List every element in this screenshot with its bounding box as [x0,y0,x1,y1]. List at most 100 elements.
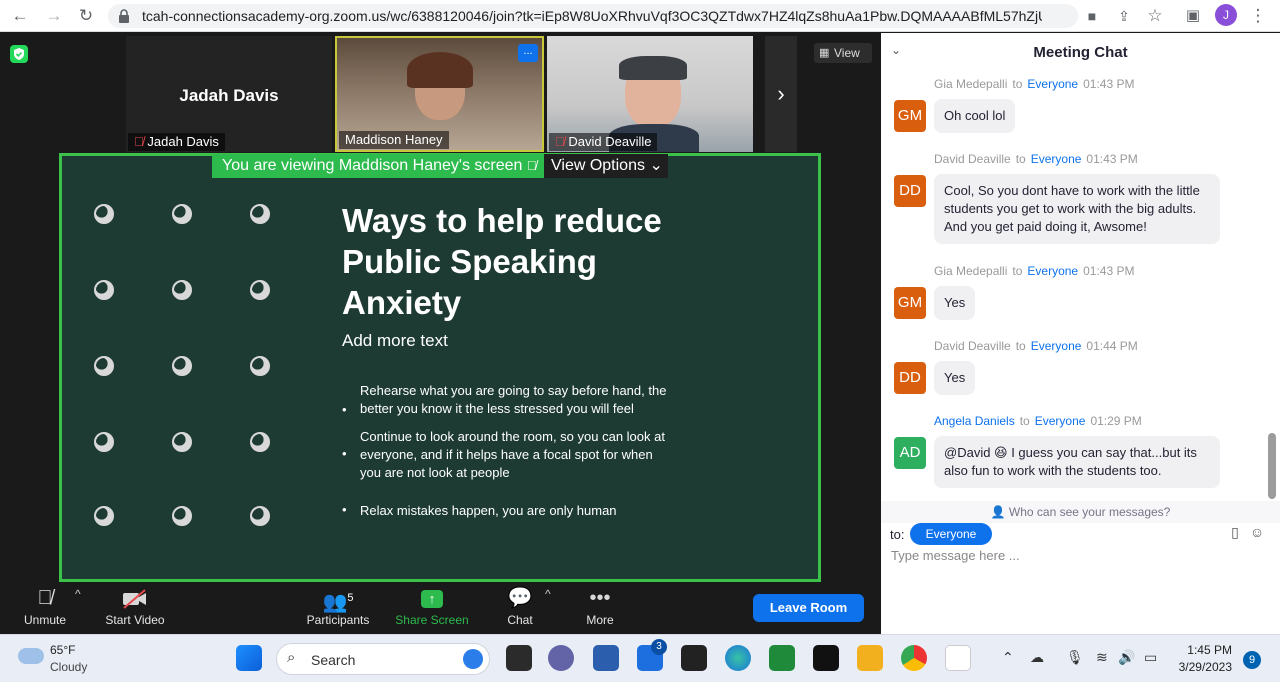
unmute-label: Unmute [23,613,67,627]
audio-options-caret-icon[interactable]: ^ [75,587,81,601]
windows-start-icon[interactable] [236,645,262,671]
side-panel-icon[interactable]: ▣ [1183,6,1203,26]
profile-avatar[interactable]: J [1215,4,1237,26]
volume-icon[interactable]: 🔊 [1118,649,1135,666]
forward-icon[interactable]: → [44,6,64,26]
chat-scrollbar[interactable] [1268,433,1276,499]
chat-message-header: David Deaville to Everyone 01:44 PM [934,339,1138,353]
notification-badge[interactable]: 9 [1243,651,1261,669]
onedrive-cloud-icon[interactable]: ☁ [1030,649,1044,666]
weather-temperature[interactable]: 65°F [50,643,75,657]
next-participants-button[interactable]: › [765,36,797,152]
chat-options-caret-icon[interactable]: ^ [545,587,551,601]
back-icon[interactable]: ← [10,6,30,26]
lock-icon [119,9,129,23]
slide-dot-icon [250,506,270,526]
grid-icon: ▦ [819,47,830,59]
slide-dot-icon [250,204,270,224]
emoji-icon[interactable]: ☺ [1248,524,1266,542]
mail-icon[interactable]: 3 [637,639,667,671]
meeting-toolbar: 🎙̸ Unmute ^ Start Video 👥5 Participants … [0,583,880,634]
store-icon[interactable] [593,645,619,671]
who-can-see-link[interactable]: 👤 Who can see your messages? [881,501,1280,523]
snipping-tool-icon[interactable] [945,645,971,671]
sender-avatar[interactable]: GM [894,100,926,132]
participants-icon: 👥5 [322,591,354,614]
reload-icon[interactable]: ↻ [76,6,96,26]
participant-tile-jadah[interactable]: Jadah Davis 🎙̸ Jadah Davis [126,36,332,152]
cloud-weather-icon[interactable] [18,648,44,664]
slide-dot-icon [250,432,270,452]
show-hidden-icons-chevron-icon[interactable]: ⌃ [1002,649,1014,666]
muted-mic-icon: 🎙̸ [37,587,53,609]
chat-timestamp: 01:44 PM [1086,339,1138,353]
slide-dot-icon [172,204,192,224]
slide-dot-icon [94,204,114,224]
browser-menu-icon[interactable]: ⋮ [1248,6,1268,26]
chat-sender-name: Gia Medepalli [934,77,1008,91]
edge-browser-icon[interactable] [725,645,751,671]
clock-date[interactable]: 3/29/2023 [1170,660,1232,674]
view-button[interactable]: ▦ View [814,43,872,63]
chat-to-word: to [1015,152,1026,166]
participant-name-label: 🎙̸ David Deaville [549,133,658,151]
mail-badge: 3 [651,639,667,655]
participants-button[interactable]: 👥5 Participants [302,583,374,634]
video-off-icon [100,583,170,613]
game-app-icon[interactable] [813,645,839,671]
chat-message-bubble[interactable]: Yes [934,286,976,320]
chrome-icon[interactable] [901,645,927,671]
chat-to-word: to [1019,414,1030,428]
bullet-marker: • [342,502,347,517]
terminal-icon[interactable] [681,645,707,671]
chat-message-input[interactable]: Type message here ... [891,548,1020,563]
unmute-button[interactable]: 🎙̸ Unmute [14,583,76,634]
share-screen-button[interactable]: ↑ Share Screen [392,583,472,634]
participant-tile-david[interactable]: 🎙̸ David Deaville [547,36,753,152]
sender-avatar[interactable]: DD [894,362,926,394]
task-view-icon[interactable] [506,645,532,671]
camera-indicator-icon[interactable]: ■ [1082,6,1102,26]
participant-tile-maddison[interactable]: ... Maddison Haney [335,36,544,152]
more-button[interactable]: ••• More [578,583,622,634]
chat-panel: ⌄ Meeting Chat Gia Medepalli to Everyone 01… [881,33,1280,634]
file-explorer-icon[interactable] [857,645,883,671]
shared-screen-slide: Ways to help reduce Public Speaking Anxi… [59,153,821,582]
slide-dot-icon [94,432,114,452]
recipient-selector[interactable]: Everyone [910,523,992,545]
sender-avatar[interactable]: AD [894,437,926,469]
sender-avatar[interactable]: DD [894,175,926,207]
share-icon[interactable]: ⇪ [1114,6,1134,26]
view-options-label: View Options [551,157,645,174]
microphone-icon[interactable]: 🎙 [1066,649,1084,666]
security-shield-icon[interactable] [10,45,28,63]
participants-label: Participants [306,613,370,627]
start-video-button[interactable]: Start Video [100,583,170,634]
muted-mic-icon: 🎙̸ [526,158,537,173]
address-bar[interactable]: tcah-connectionsacademy-org.zoom.us/wc/6… [108,4,1078,28]
chevron-down-icon: ⌄ [649,157,663,174]
view-options-button[interactable]: View Options ⌄ [544,154,668,178]
chat-message-bubble[interactable]: Cool, So you dont have to work with the … [934,174,1220,244]
chat-message-header: Angela Daniels to Everyone 01:29 PM [934,414,1142,428]
chat-message-bubble[interactable]: Yes [934,361,976,395]
teams-chat-icon[interactable] [548,645,574,671]
chat-message-bubble[interactable]: @David 😆 I guess you can say that...but … [934,436,1220,488]
file-icon[interactable]: ▯ [1226,524,1244,542]
taskbar-search[interactable]: ⌕ Search [276,643,490,675]
bookmark-star-icon[interactable]: ☆ [1145,6,1165,26]
weather-condition[interactable]: Cloudy [50,660,87,674]
leave-room-button[interactable]: Leave Room [753,594,864,622]
chat-message-bubble[interactable]: Oh cool lol [934,99,1016,133]
solitaire-icon[interactable] [769,645,795,671]
sender-avatar[interactable]: GM [894,287,926,319]
start-video-label: Start Video [105,613,165,627]
chat-button[interactable]: 💬 Chat [498,583,542,634]
participant-video-cap [619,56,687,80]
clock-time[interactable]: 1:45 PM [1184,643,1232,657]
chat-sender-name: David Deaville [934,152,1011,166]
tile-more-button[interactable]: ... [518,44,538,62]
battery-icon[interactable]: ▭ [1144,649,1157,666]
participant-big-name: Jadah Davis [179,86,279,105]
wifi-icon[interactable]: ≋ [1096,649,1108,666]
